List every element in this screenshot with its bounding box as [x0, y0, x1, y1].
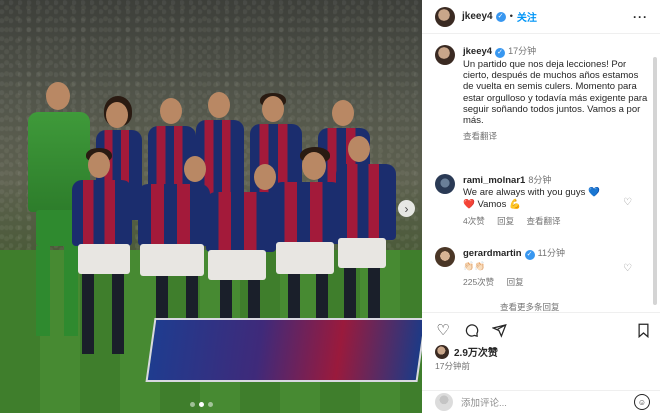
view-more-replies[interactable]: 查看更多条回复: [500, 301, 560, 312]
carousel-dot: [190, 402, 195, 407]
comment-username[interactable]: gerardmartin: [463, 248, 522, 259]
avatar: [435, 344, 449, 359]
action-bar: ♡: [422, 312, 660, 346]
avatar[interactable]: [435, 6, 455, 27]
share-icon[interactable]: [490, 321, 508, 339]
next-photo-button[interactable]: ›: [398, 200, 415, 217]
caption-text: Un partido que nos deja lecciones! Por c…: [463, 59, 648, 127]
list-item: gerardmartin ✓ 11分钟 👏🏻👏🏻 225次赞 回复: [435, 247, 565, 288]
comment-icon[interactable]: [462, 321, 480, 339]
translate-link[interactable]: 查看翻译: [527, 216, 561, 226]
bookmark-icon[interactable]: [634, 321, 652, 339]
scrollbar[interactable]: [653, 57, 657, 305]
comment-time: 8分钟: [528, 175, 552, 185]
post-photo[interactable]: ›: [0, 0, 422, 413]
caption-username[interactable]: jkeey4: [463, 46, 492, 57]
post-header: jkeey4 ✓ • 关注 ···: [422, 0, 660, 34]
avatar[interactable]: [435, 45, 455, 65]
verified-badge-icon: ✓: [524, 249, 535, 260]
comment-time: 11分钟: [537, 248, 565, 258]
avatar[interactable]: [435, 247, 455, 267]
reply-button[interactable]: 回复: [497, 216, 514, 226]
avatar: [435, 393, 453, 411]
heart-icon[interactable]: ♡: [623, 263, 632, 274]
header-separator: •: [509, 11, 513, 22]
comment-text: 👏🏻👏🏻: [463, 261, 486, 271]
carousel-dot-active: [199, 402, 204, 407]
chevron-right-icon: ›: [404, 201, 409, 216]
reply-button[interactable]: 回复: [507, 277, 524, 287]
heart-icon[interactable]: ♡: [623, 197, 632, 208]
translate-link[interactable]: 查看翻译: [463, 131, 497, 141]
comment-likes[interactable]: 4次赞: [463, 216, 485, 226]
heart-icon[interactable]: ♡: [434, 321, 452, 339]
list-item: rami_molnar1 8分钟 We are always with you g…: [435, 174, 600, 227]
comment-text: We are always with you guys 💙: [463, 187, 600, 198]
add-comment-bar: 添加评论... ☺: [422, 390, 660, 413]
caption-time: 17分钟: [508, 46, 537, 56]
likes-count[interactable]: 2.9万次赞: [454, 344, 498, 359]
carousel-dot: [208, 402, 213, 407]
smile-icon[interactable]: ☺: [634, 394, 650, 410]
comment-input[interactable]: 添加评论...: [461, 395, 507, 409]
comment-text-2: ❤️ Vamos 💪: [463, 199, 521, 210]
verified-badge-icon: ✓: [495, 47, 506, 58]
more-horizontal-icon[interactable]: ···: [633, 10, 648, 24]
follow-button[interactable]: 关注: [517, 9, 537, 24]
caption: jkeey4 ✓ 17分钟 Un partido que nos deja lecc…: [435, 45, 648, 142]
avatar[interactable]: [435, 174, 455, 194]
comment-username[interactable]: rami_molnar1: [463, 175, 525, 186]
header-username[interactable]: jkeey4: [462, 11, 493, 22]
comment-likes[interactable]: 225次赞: [463, 277, 494, 287]
club-banner: [145, 318, 422, 382]
carousel-dots: [190, 402, 213, 407]
comments-list[interactable]: jkeey4 ✓ 17分钟 Un partido que nos deja lecc…: [422, 35, 654, 312]
posted-time: 17分钟前: [435, 361, 470, 371]
verified-badge-icon: ✓: [495, 11, 506, 22]
post-sidebar: jkeey4 ✓ • 关注 ··· jkeey4 ✓ 17分钟 Un partido…: [422, 0, 660, 413]
likes-row: 2.9万次赞: [435, 344, 498, 359]
